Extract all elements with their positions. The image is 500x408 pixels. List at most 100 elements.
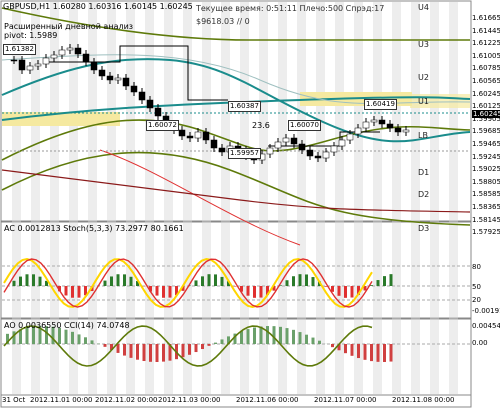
- price-scale-label: 1.60565: [472, 77, 500, 85]
- ao-bar: [272, 326, 276, 344]
- candle-body: [154, 107, 162, 117]
- time-label-3: 2012.11.03 00:00: [158, 396, 221, 404]
- ao-bar: [350, 344, 354, 356]
- ac-bar: [129, 276, 133, 286]
- candle-body: [306, 149, 314, 157]
- candle-body: [138, 91, 146, 101]
- ao-bar: [116, 344, 120, 353]
- fib-label: 23.6: [252, 121, 270, 130]
- price-box-2: 1.60387: [228, 101, 261, 112]
- ac-bar: [220, 276, 224, 286]
- ao-bar: [318, 340, 321, 344]
- ac-bar: [162, 286, 165, 298]
- session-stripe: [449, 2, 458, 394]
- ao-bar: [58, 327, 61, 344]
- level-d1: D1: [418, 168, 430, 177]
- ac-bar: [246, 286, 250, 296]
- ao-bar: [123, 344, 126, 356]
- ac-scale-min: -0.00191: [472, 307, 500, 315]
- session-stripe: [392, 2, 401, 394]
- candle-body: [90, 61, 98, 71]
- candle-body: [362, 121, 370, 129]
- candle-body: [114, 77, 122, 81]
- price-scale-label: 1.59245: [472, 152, 500, 161]
- ac-bar: [383, 276, 386, 286]
- ao-bar: [383, 344, 386, 362]
- ac-bar: [285, 280, 289, 286]
- ao-bar: [240, 331, 243, 344]
- candle-body: [82, 53, 90, 63]
- ao-bar: [305, 334, 308, 344]
- time-label-2: 2012.11.02 00:00: [95, 396, 158, 404]
- ao-bar: [311, 337, 315, 344]
- ac-scale-80: 80: [472, 263, 481, 271]
- ac-bar: [25, 274, 29, 286]
- symbol-line: GBPUSD,H1 1.60280 1.60316 1.60145 1.6024…: [3, 2, 193, 11]
- level-u4: U4: [418, 3, 429, 12]
- level-u1: U1: [418, 97, 429, 106]
- session-stripe: [373, 2, 382, 394]
- ao-bar: [155, 344, 159, 362]
- info-line-2: $9618.03 // 0: [196, 17, 250, 26]
- price-scale-label: 1.59465: [472, 140, 500, 148]
- chart-canvas[interactable]: [0, 0, 500, 408]
- candle-body: [210, 139, 218, 149]
- price-box-6: 1.59957: [228, 148, 261, 159]
- ac-bar: [344, 286, 347, 298]
- session-stripe: [354, 2, 363, 394]
- ac-bar: [71, 286, 74, 298]
- ao-bar: [279, 326, 282, 344]
- session-stripe: [88, 2, 97, 394]
- ac-bar: [305, 274, 308, 286]
- ao-bar: [370, 344, 373, 362]
- ao-bar: [389, 344, 393, 362]
- ao-bar: [253, 327, 256, 344]
- time-label-0: 31 Oct: [2, 396, 26, 404]
- ac-bar: [116, 274, 120, 286]
- candle-body: [218, 147, 226, 153]
- time-label-4: 2012.11.06 00:00: [236, 396, 299, 404]
- candle-body: [202, 131, 210, 141]
- ac-bar: [194, 280, 198, 286]
- price-scale-label: 1.60245: [472, 89, 500, 98]
- candle-body: [50, 54, 58, 59]
- time-label-5: 2012.11.07 00:00: [314, 396, 377, 404]
- ao-scale-zero: 0.00: [472, 339, 488, 347]
- ac-bar: [207, 274, 211, 286]
- ao-bar: [266, 326, 269, 344]
- price-scale-label: 1.61005: [472, 51, 500, 60]
- ao-bar: [344, 344, 347, 354]
- price-scale-label: 1.61665: [472, 14, 500, 22]
- current-price-tag: 1.60245: [472, 110, 500, 118]
- candle-body: [194, 131, 202, 139]
- time-label-6: 2012.11.08 00:00: [392, 396, 455, 404]
- session-stripe: [202, 2, 211, 394]
- level-d3: D3: [418, 224, 430, 233]
- ac-bar: [103, 280, 107, 286]
- ac-scale-20: 20: [472, 296, 481, 304]
- ao-bar: [357, 344, 360, 359]
- ac-bar: [77, 286, 81, 298]
- price-scale-label: 1.58365: [472, 203, 500, 211]
- candle-body: [274, 141, 282, 149]
- ao-bar: [194, 344, 198, 353]
- candle-body: [66, 47, 74, 51]
- info-line-1: Текущее время: 0:51:11 Плечо:500 Спрэд:1…: [196, 4, 385, 13]
- ao-bar: [292, 329, 295, 344]
- ac-scale-50: 50: [472, 283, 481, 291]
- session-stripe: [145, 2, 154, 394]
- candle-body: [314, 155, 322, 159]
- ac-bar: [64, 286, 68, 296]
- price-scale-label: 1.57925: [472, 228, 500, 237]
- ac-bar: [155, 286, 159, 296]
- candle-body: [378, 119, 386, 125]
- ao-bar: [129, 344, 133, 358]
- ao-bar: [220, 339, 224, 344]
- ext-analysis-label: Расширенный дневной анализ: [4, 22, 134, 31]
- ac-label: AC 0.0012813 Stoch(5,3,3) 73.2977 80.166…: [4, 224, 184, 233]
- ac-bar: [214, 274, 217, 286]
- ac-bar: [259, 286, 263, 298]
- ac-bar: [350, 286, 354, 298]
- ao-bar: [201, 344, 204, 350]
- ac-bar: [38, 276, 42, 286]
